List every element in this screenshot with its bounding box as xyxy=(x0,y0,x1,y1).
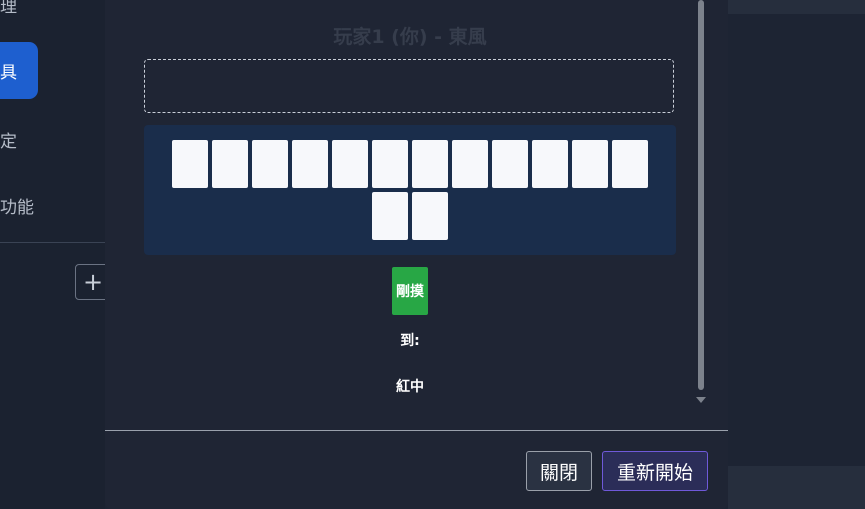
sidebar-item-features[interactable]: 功能 xyxy=(0,193,34,218)
hand-tile[interactable] xyxy=(292,140,328,188)
player-title: 玩家1 (你) - 東風 xyxy=(333,26,487,48)
sidebar-item-tools[interactable]: 具 xyxy=(0,42,38,99)
footer-divider xyxy=(105,430,728,431)
sidebar-item-settings[interactable]: 定 xyxy=(0,127,17,152)
sidebar-divider xyxy=(0,242,105,243)
sidebar-item-manage[interactable]: 理 xyxy=(0,0,17,17)
hand-tile[interactable] xyxy=(372,192,408,240)
hand-tile[interactable] xyxy=(252,140,288,188)
sidebar-item-label: 理 xyxy=(0,0,17,17)
player-hand xyxy=(144,125,676,255)
close-button[interactable]: 關閉 xyxy=(526,451,592,491)
scrollbar[interactable] xyxy=(698,0,704,390)
background-panel xyxy=(728,466,865,509)
hand-tile[interactable] xyxy=(492,140,528,188)
game-modal: 玩家1 (你) - 東風 剛摸 到: 紅中 關閉 重新開始 xyxy=(105,0,728,509)
hand-tile[interactable] xyxy=(452,140,488,188)
hand-tile[interactable] xyxy=(372,140,408,188)
hand-tile[interactable] xyxy=(172,140,208,188)
hand-tile[interactable] xyxy=(212,140,248,188)
restart-button[interactable]: 重新開始 xyxy=(602,451,708,491)
sidebar: 理 具 定 功能 xyxy=(0,0,105,509)
sidebar-item-label: 功能 xyxy=(0,198,34,218)
hand-tile[interactable] xyxy=(332,140,368,188)
drawn-tile-badge[interactable]: 剛摸 xyxy=(392,267,428,315)
hand-tile[interactable] xyxy=(572,140,608,188)
discard-drop-zone[interactable] xyxy=(144,59,674,113)
sidebar-item-label: 定 xyxy=(0,132,17,152)
background-panel xyxy=(728,0,865,14)
hand-tile[interactable] xyxy=(612,140,648,188)
sidebar-item-label: 具 xyxy=(0,63,17,83)
drawn-tile-name: 紅中 xyxy=(396,379,424,395)
hand-tile[interactable] xyxy=(412,140,448,188)
hand-tile[interactable] xyxy=(412,192,448,240)
plus-icon: + xyxy=(82,268,104,296)
scroll-down-arrow-icon[interactable] xyxy=(696,397,706,403)
hand-tile[interactable] xyxy=(532,140,568,188)
drawn-to-label: 到: xyxy=(400,333,420,349)
